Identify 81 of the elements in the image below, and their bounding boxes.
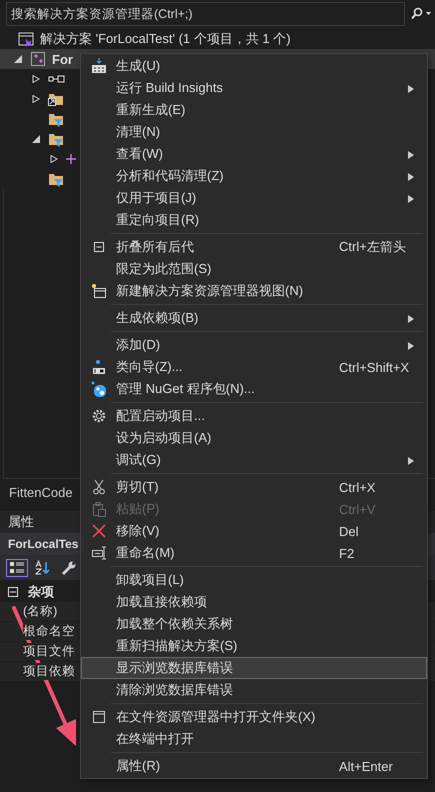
shortcut-label: F2 (339, 546, 354, 560)
menu-item[interactable]: 显示浏览数据库错误 (81, 657, 427, 679)
menu-item[interactable]: 类向导(Z)... Ctrl+Shift+X (81, 356, 427, 378)
gear-icon (91, 408, 107, 424)
menu-item[interactable]: 管理 NuGet 程序包(N)... (81, 378, 427, 400)
menu-item[interactable]: 仅用于项目(J) (81, 187, 427, 209)
expander-icon[interactable] (32, 135, 42, 143)
expander-icon[interactable] (32, 75, 42, 83)
menu-item[interactable]: 新建解决方案资源管理器视图(N) (81, 280, 427, 302)
terminal-icon (91, 709, 107, 725)
new-window-icon (91, 283, 107, 299)
submenu-arrow-icon (408, 457, 414, 465)
menu-item[interactable]: 添加(D) (81, 334, 427, 356)
search-icon[interactable] (409, 7, 431, 21)
submenu-arrow-icon (408, 173, 414, 181)
panel-tab[interactable]: FittenCode (9, 484, 73, 500)
submenu-arrow-icon (408, 195, 414, 203)
menu-item[interactable]: 在终端中打开 (81, 728, 427, 750)
expander-icon[interactable] (14, 55, 24, 63)
submenu-arrow-icon (408, 315, 414, 323)
expander-icon[interactable] (50, 155, 60, 163)
folder-shortcut-icon (48, 92, 64, 106)
project-label[interactable]: For (52, 52, 73, 66)
collapse-icon[interactable] (8, 587, 18, 597)
solution-label[interactable]: 解决方案 'ForLocalTest' (1 个项目，共 1 个) (40, 30, 291, 48)
menu-item[interactable]: 加载直接依赖项 (81, 591, 427, 613)
menu-item[interactable]: 重命名(M) F2 (81, 542, 427, 564)
menu-item[interactable]: 生成(U) (81, 55, 427, 77)
clipboard-icon (91, 501, 107, 517)
menu-item[interactable]: 移除(V) Del (81, 520, 427, 542)
package-icon (91, 381, 107, 397)
menu-item[interactable]: 分析和代码清理(Z) (81, 165, 427, 187)
menu-item[interactable]: 折叠所有后代 Ctrl+左箭头 (81, 236, 427, 258)
search-field[interactable]: 搜索解决方案资源管理器(Ctrl+;) (6, 2, 405, 26)
project-icon (30, 51, 46, 67)
remove-icon (91, 523, 107, 539)
plus-icon (66, 154, 76, 164)
shortcut-label: Alt+Enter (339, 758, 393, 774)
solution-icon (18, 31, 34, 47)
shortcut-label: Ctrl+Shift+X (339, 360, 410, 374)
submenu-arrow-icon (408, 342, 414, 350)
menu-item[interactable]: 调试(G) (81, 449, 427, 471)
menu-item[interactable]: 属性(R) Alt+Enter (81, 755, 427, 777)
filter-folder-icon (48, 132, 64, 146)
shortcut-label: Ctrl+X (339, 480, 376, 494)
menu-item[interactable]: 生成依赖项(B) (81, 307, 427, 329)
property-name[interactable]: 项目文件 (23, 643, 75, 660)
panel-title: 属性 (8, 513, 34, 531)
menu-item[interactable]: 加载整个依赖关系树 (81, 613, 427, 635)
menu-item[interactable]: 重新生成(E) (81, 99, 427, 121)
submenu-arrow-icon (408, 85, 414, 93)
shortcut-label: Ctrl+V (339, 502, 376, 516)
references-icon (48, 74, 66, 84)
filter-folder-icon (48, 112, 64, 126)
class-wizard-icon (91, 359, 107, 375)
menu-item[interactable]: 清理(N) (81, 121, 427, 143)
property-name[interactable]: 根命名空 (23, 623, 75, 640)
categorized-button[interactable] (6, 558, 28, 576)
shortcut-label: Del (339, 524, 359, 538)
filter-folder-icon (48, 172, 64, 186)
menu-item[interactable]: 限定为此范围(S) (81, 258, 427, 280)
menu-item[interactable]: 运行 Build Insights (81, 77, 427, 99)
submenu-arrow-icon (408, 151, 414, 159)
property-name[interactable]: (名称) (23, 603, 58, 620)
menu-item[interactable]: 剪切(T) Ctrl+X (81, 476, 427, 498)
category-label: 杂项 (28, 583, 54, 601)
property-name[interactable]: 项目依赖 (23, 663, 75, 680)
menu-item[interactable]: 在文件资源管理器中打开文件夹(X) (81, 706, 427, 728)
rename-icon (91, 545, 107, 561)
menu-item[interactable]: 配置启动项目... (81, 405, 427, 427)
menu-item[interactable]: 卸载项目(L) (81, 569, 427, 591)
collapse-icon (91, 239, 107, 255)
menu-item[interactable]: 查看(W) (81, 143, 427, 165)
scissors-icon (91, 479, 107, 495)
expander-icon[interactable] (32, 95, 42, 103)
build-icon (91, 58, 107, 74)
menu-item[interactable]: 设为启动项目(A) (81, 427, 427, 449)
shortcut-label: Ctrl+左箭头 (339, 238, 406, 256)
menu-item[interactable]: 重定向项目(R) (81, 209, 427, 231)
menu-item[interactable]: 清除浏览数据库错误 (81, 679, 427, 701)
menu-item[interactable]: 重新扫描解决方案(S) (81, 635, 427, 657)
